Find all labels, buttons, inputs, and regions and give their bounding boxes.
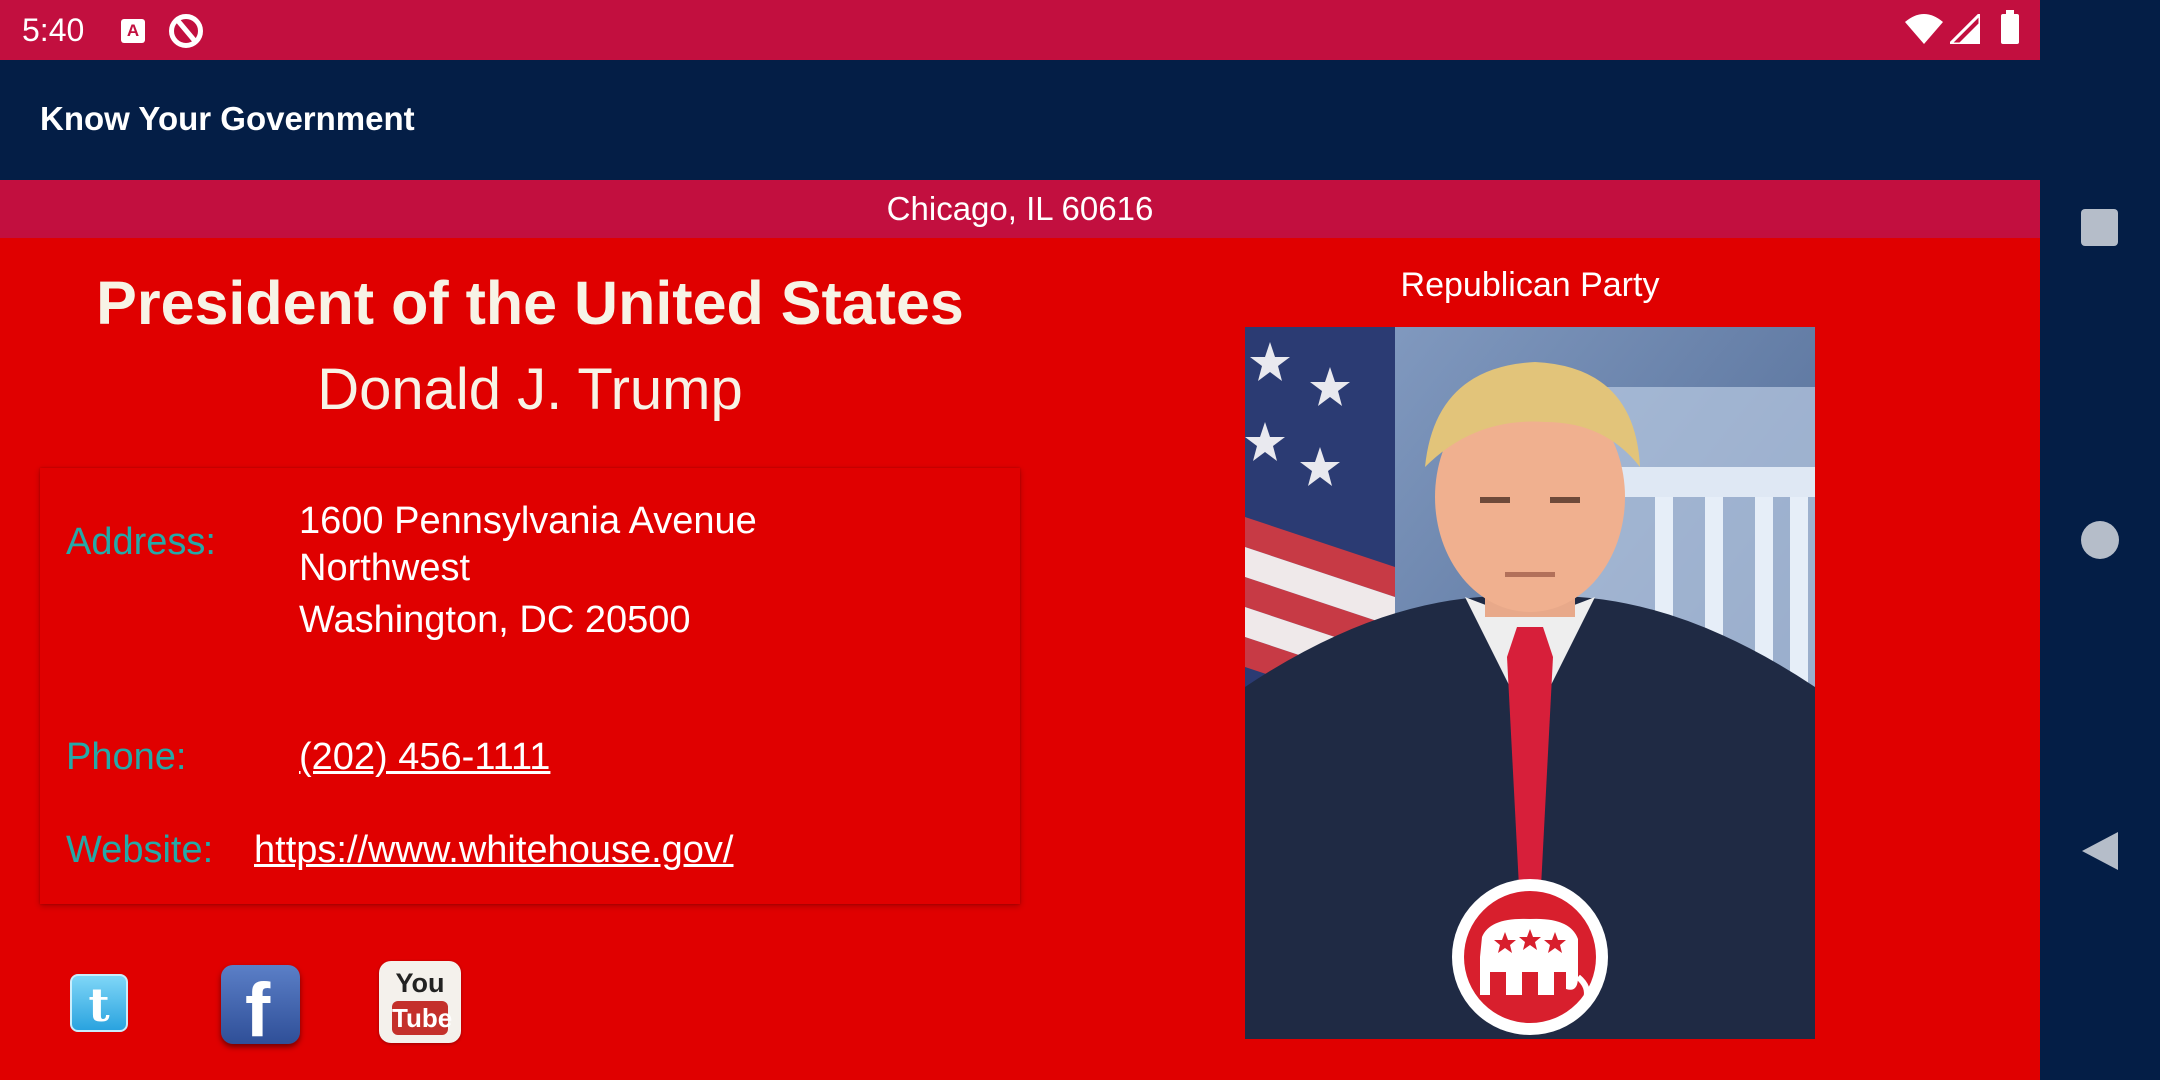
system-nav-bar	[2040, 0, 2160, 1080]
official-name: Donald J. Trump	[317, 357, 743, 422]
website-link[interactable]: https://www.whitehouse.gov/	[254, 829, 733, 872]
youtube-icon[interactable]: You Tube	[379, 961, 461, 1043]
website-label: Website:	[66, 829, 214, 871]
contact-card: Address: 1600 Pennsylvania Avenue Northw…	[40, 468, 1020, 904]
app-bar: Know Your Government	[0, 60, 2040, 180]
status-bar: 5:40 A	[0, 0, 2040, 60]
youtube-you-text: You	[395, 968, 445, 998]
back-triangle-icon[interactable]	[2080, 830, 2120, 872]
address-line-3[interactable]: Washington, DC 20500	[299, 599, 691, 642]
battery-icon	[2001, 10, 2019, 44]
republican-logo-icon	[1452, 879, 1608, 1035]
phone-label: Phone:	[66, 736, 187, 778]
cell-signal-icon	[1950, 14, 1980, 44]
party-label: Republican Party	[1400, 266, 1660, 304]
address-line-2[interactable]: Northwest	[299, 547, 470, 590]
official-photo[interactable]	[1245, 327, 1815, 1039]
app-title: Know Your Government	[40, 100, 415, 137]
twitter-glyph: t	[88, 978, 110, 1032]
address-line-1[interactable]: 1600 Pennsylvania Avenue	[299, 500, 757, 543]
phone-link[interactable]: (202) 456-1111	[299, 736, 550, 779]
home-circle-icon[interactable]	[2081, 521, 2119, 559]
location-bar: Chicago, IL 60616	[0, 180, 2040, 238]
twitter-icon[interactable]: t	[70, 974, 128, 1032]
recents-square-icon[interactable]	[2081, 209, 2118, 246]
status-time: 5:40	[22, 12, 85, 48]
a-notification-icon: A	[121, 19, 145, 43]
facebook-glyph: f	[245, 968, 271, 1053]
wifi-icon	[1905, 14, 1943, 44]
office-title: President of the United States	[96, 269, 964, 337]
facebook-icon[interactable]: f	[221, 965, 300, 1053]
sync-off-icon	[169, 14, 203, 48]
youtube-tube-text: Tube	[392, 1001, 453, 1035]
official-detail: President of the United States Donald J.…	[0, 238, 2040, 1080]
address-label: Address:	[66, 521, 216, 563]
